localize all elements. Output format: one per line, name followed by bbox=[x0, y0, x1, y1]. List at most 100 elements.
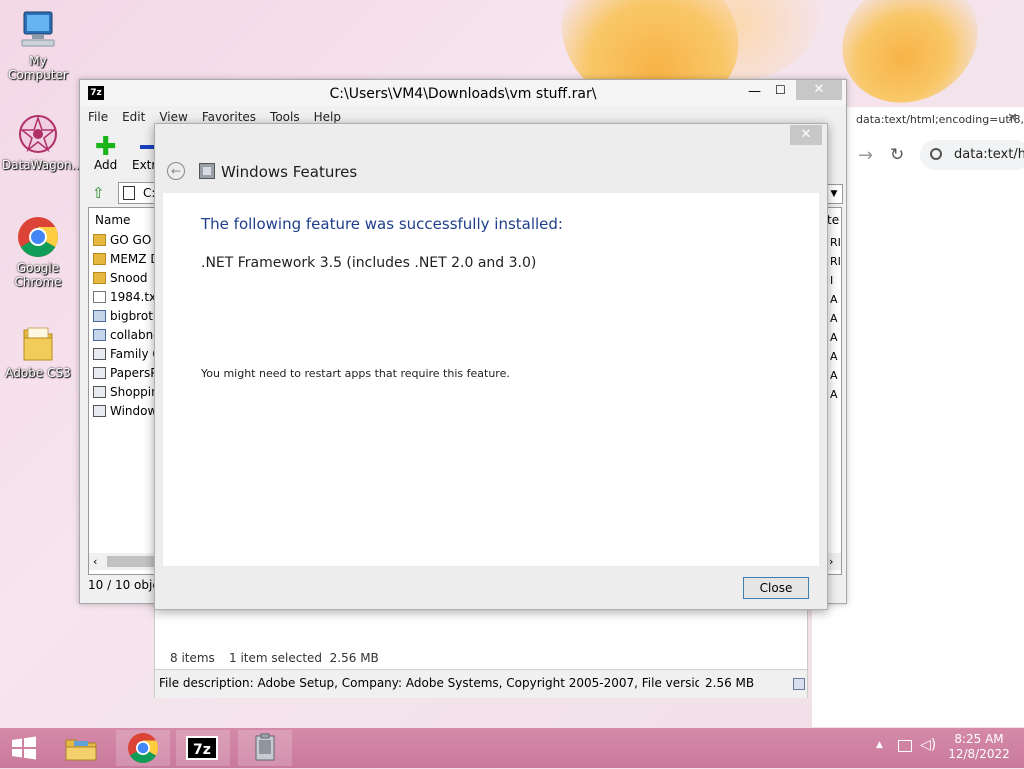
item-count: 8 items bbox=[170, 651, 215, 665]
back-arrow-icon[interactable]: ← bbox=[167, 162, 185, 180]
details-icon bbox=[793, 678, 805, 690]
taskbar-file-explorer[interactable] bbox=[54, 730, 108, 766]
desktop-icon-label: My Computer bbox=[8, 54, 68, 82]
folder-icon bbox=[65, 739, 97, 761]
windows-features-icon-inner bbox=[203, 167, 211, 175]
menu-favorites[interactable]: Favorites bbox=[202, 110, 256, 124]
menu-bar: File Edit View Favorites Tools Help bbox=[88, 110, 355, 124]
file-row[interactable]: Window bbox=[93, 404, 163, 423]
folder-icon bbox=[93, 253, 106, 265]
feature-name: .NET Framework 3.5 (includes .NET 2.0 an… bbox=[201, 255, 537, 271]
up-folder-icon[interactable]: ⇧ bbox=[92, 184, 105, 202]
file-row[interactable]: Family G bbox=[93, 347, 163, 366]
browser-tab-text[interactable]: data:text/html;encoding=utf8,< bbox=[856, 113, 1024, 126]
menu-edit[interactable]: Edit bbox=[122, 110, 145, 124]
taskbar-installer[interactable] bbox=[238, 730, 292, 766]
attribute-cell: RI bbox=[830, 236, 841, 249]
network-icon[interactable] bbox=[898, 740, 912, 752]
maximize-icon[interactable]: ☐ bbox=[775, 83, 786, 97]
windows-features-dialog: ✕ ← Windows Features The following featu… bbox=[154, 123, 828, 610]
menu-tools[interactable]: Tools bbox=[270, 110, 300, 124]
attribute-cell: A bbox=[830, 388, 838, 401]
plus-icon: ✚ bbox=[94, 132, 117, 162]
add-button[interactable]: ✚ Add bbox=[94, 132, 117, 172]
forward-arrow-icon[interactable]: → bbox=[858, 145, 873, 166]
archive-icon bbox=[123, 186, 135, 200]
start-button[interactable] bbox=[0, 730, 48, 766]
desktop-icon-label: Google Chrome bbox=[14, 261, 62, 289]
desktop-icon-label: DataWagon... bbox=[2, 158, 84, 172]
file-row[interactable]: GO GO C bbox=[93, 233, 163, 252]
file-name: collabne bbox=[110, 328, 161, 342]
windows-features-icon bbox=[199, 163, 215, 179]
restart-note: You might need to restart apps that requ… bbox=[201, 367, 510, 380]
desktop-icon-datawagon[interactable]: DataWagon... bbox=[2, 112, 84, 172]
clock-date: 12/8/2022 bbox=[948, 747, 1010, 761]
column-header-attributes[interactable]: te bbox=[827, 213, 839, 227]
installer-icon bbox=[255, 733, 275, 761]
desktop-icon-label: Adobe CS3 bbox=[5, 366, 71, 380]
computer-icon bbox=[16, 8, 60, 52]
minimize-icon[interactable]: — bbox=[748, 84, 761, 99]
desktop-icon-my-computer[interactable]: My Computer bbox=[2, 8, 74, 82]
file-size: 2.56 MB bbox=[705, 676, 755, 690]
folder-icon bbox=[93, 272, 106, 284]
desktop-icon-adobe-cs3[interactable]: Adobe CS3 bbox=[2, 320, 74, 380]
application-icon bbox=[93, 405, 106, 417]
file-row[interactable]: Shoppin bbox=[93, 385, 163, 404]
attribute-cell: A bbox=[830, 350, 838, 363]
file-name: bigbroth bbox=[110, 309, 161, 323]
folder-icon bbox=[93, 234, 106, 246]
menu-file[interactable]: File bbox=[88, 110, 108, 124]
volume-icon[interactable]: ◁) bbox=[920, 737, 936, 753]
menu-help[interactable]: Help bbox=[314, 110, 341, 124]
close-icon[interactable]: ✕ bbox=[790, 125, 822, 145]
show-hidden-icons[interactable]: ▲ bbox=[876, 740, 883, 750]
success-heading: The following feature was successfully i… bbox=[201, 215, 563, 233]
application-icon bbox=[93, 367, 106, 379]
close-icon[interactable]: ✕ bbox=[1007, 111, 1018, 126]
text-file-icon bbox=[93, 291, 106, 303]
folder-icon bbox=[16, 320, 60, 364]
selection-info: 1 item selected 2.56 MB bbox=[229, 651, 379, 665]
attribute-cell: A bbox=[830, 312, 838, 325]
window-title: C:\Users\VM4\Downloads\vm stuff.rar\ bbox=[329, 86, 597, 102]
clock[interactable]: 8:25 AM 12/8/2022 bbox=[944, 732, 1014, 762]
scroll-left-icon[interactable]: ‹ bbox=[93, 555, 97, 568]
file-name: Snood bbox=[110, 271, 148, 285]
file-row[interactable]: bigbroth bbox=[93, 309, 163, 328]
file-description: File description: Adobe Setup, Company: … bbox=[159, 676, 699, 690]
application-icon bbox=[93, 386, 106, 398]
title-bar[interactable]: 7z C:\Users\VM4\Downloads\vm stuff.rar\ … bbox=[80, 80, 846, 106]
taskbar-chrome[interactable] bbox=[116, 730, 170, 766]
file-row[interactable]: PapersPl bbox=[93, 366, 163, 385]
attribute-cell: I bbox=[830, 274, 834, 287]
file-row[interactable]: Snood bbox=[93, 271, 163, 290]
chrome-icon bbox=[128, 733, 159, 764]
details-bar: File description: Adobe Setup, Company: … bbox=[155, 669, 807, 698]
dialog-content: The following feature was successfully i… bbox=[163, 193, 819, 566]
taskbar: 7z ▲ ◁) 8:25 AM 12/8/2022 bbox=[0, 728, 1024, 768]
address-text: data:text/ht bbox=[954, 147, 1024, 162]
reload-icon[interactable]: ↻ bbox=[890, 145, 904, 165]
file-name: Shoppin bbox=[110, 385, 159, 399]
file-row[interactable]: MEMZ D bbox=[93, 252, 163, 271]
file-name: MEMZ D bbox=[110, 252, 160, 266]
desktop-icon-google-chrome[interactable]: Google Chrome bbox=[2, 215, 74, 289]
datawagon-icon bbox=[16, 112, 60, 156]
attribute-cell: A bbox=[830, 293, 838, 306]
file-row[interactable]: 1984.txt bbox=[93, 290, 163, 309]
address-bar[interactable]: data:text/ht bbox=[920, 140, 1024, 170]
taskbar-7zip[interactable]: 7z bbox=[176, 730, 230, 766]
scroll-right-icon[interactable]: › bbox=[829, 555, 833, 568]
explorer-window: 8 items 1 item selected 2.56 MB File des… bbox=[154, 606, 808, 698]
close-icon[interactable]: ✕ bbox=[796, 80, 842, 100]
menu-view[interactable]: View bbox=[159, 110, 187, 124]
file-row[interactable]: collabne bbox=[93, 328, 163, 347]
close-button[interactable]: Close bbox=[743, 577, 809, 599]
globe-icon bbox=[930, 148, 942, 160]
sevenzip-icon: 7z bbox=[186, 736, 218, 760]
column-header-name[interactable]: Name bbox=[95, 213, 130, 227]
chrome-icon bbox=[16, 215, 60, 259]
clock-time: 8:25 AM bbox=[954, 732, 1004, 746]
